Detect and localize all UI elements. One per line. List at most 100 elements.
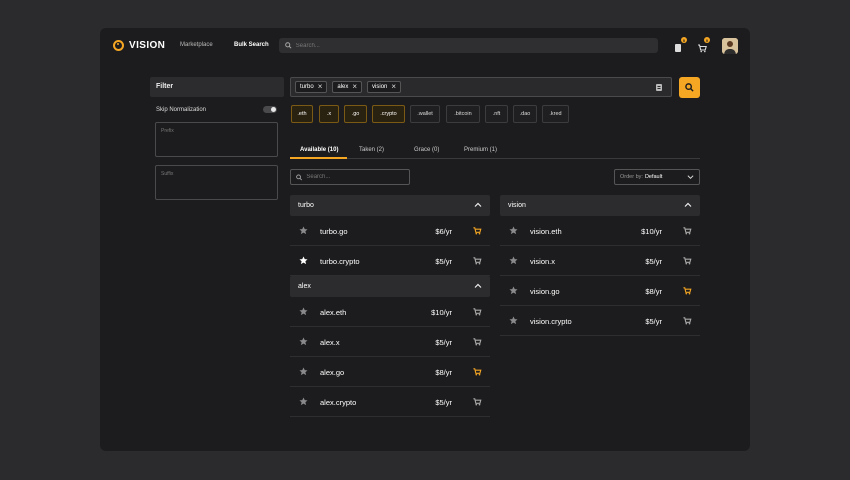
domain-price: $10/yr (641, 227, 662, 236)
logo-text: VISION (129, 40, 166, 51)
tld-x[interactable]: .x (319, 105, 339, 123)
domain-price: $5/yr (435, 257, 452, 266)
notifications-button[interactable]: 0 (674, 37, 687, 52)
table-row: vision.go $8/yr (500, 276, 700, 306)
domain-price: $5/yr (645, 257, 662, 266)
domain-name: vision.crypto (530, 317, 572, 326)
bulk-query-input[interactable]: turbo × alex × vision × (290, 77, 672, 97)
star-outline-icon[interactable] (299, 307, 308, 316)
cart-header-button[interactable]: 0 (697, 37, 710, 53)
domain-price: $5/yr (435, 338, 452, 347)
results-column-right: vision vision.eth $10/yr vision.x $5/yr … (500, 195, 700, 336)
cart-icon[interactable] (682, 256, 692, 265)
remove-chip-icon[interactable]: × (391, 83, 396, 91)
paste-icon[interactable] (655, 83, 663, 92)
table-row: turbo.crypto $5/yr (290, 246, 490, 276)
table-row: alex.eth $10/yr (290, 297, 490, 327)
cart-icon[interactable] (472, 337, 482, 346)
domain-price: $8/yr (645, 287, 662, 296)
tld-eth[interactable]: .eth (291, 105, 313, 123)
star-outline-icon[interactable] (299, 226, 308, 235)
star-filled-icon[interactable] (299, 256, 308, 265)
tld-bitcoin[interactable]: .bitcoin (446, 105, 480, 123)
cart-icon[interactable] (682, 286, 692, 295)
tab-taken[interactable]: Taken (2) (359, 147, 384, 153)
search-icon (685, 83, 694, 92)
nav-bulk-search[interactable]: Bulk Search (234, 42, 269, 48)
cart-icon[interactable] (472, 397, 482, 406)
table-row: vision.x $5/yr (500, 246, 700, 276)
table-row: alex.crypto $5/yr (290, 387, 490, 417)
nav-marketplace[interactable]: Marketplace (180, 42, 213, 48)
results-search-input[interactable] (306, 174, 409, 180)
tld-wallet[interactable]: .wallet (410, 105, 440, 123)
cart-icon[interactable] (472, 307, 482, 316)
star-outline-icon[interactable] (299, 367, 308, 376)
table-row: alex.x $5/yr (290, 327, 490, 357)
table-row: alex.go $8/yr (290, 357, 490, 387)
star-outline-icon[interactable] (509, 316, 518, 325)
star-outline-icon[interactable] (509, 286, 518, 295)
domain-price: $10/yr (431, 308, 452, 317)
table-row: turbo.go $6/yr (290, 216, 490, 246)
star-outline-icon[interactable] (299, 397, 308, 406)
results-search[interactable] (290, 169, 410, 185)
tld-kred[interactable]: .kred (542, 105, 569, 123)
remove-chip-icon[interactable]: × (318, 83, 323, 91)
cart-icon[interactable] (682, 316, 692, 325)
cart-badge: 0 (704, 37, 710, 43)
cart-icon[interactable] (472, 226, 482, 235)
avatar[interactable] (722, 38, 738, 54)
domain-name: alex.x (320, 338, 340, 347)
remove-chip-icon[interactable]: × (352, 83, 357, 91)
cart-icon[interactable] (472, 256, 482, 265)
group-header-alex[interactable]: alex (290, 276, 490, 297)
search-button[interactable] (679, 77, 700, 98)
table-row: vision.crypto $5/yr (500, 306, 700, 336)
search-icon (285, 42, 292, 49)
chevron-down-icon (687, 175, 694, 180)
order-by-select[interactable]: Order by: Default (614, 169, 700, 185)
query-chip: vision × (367, 81, 402, 93)
skip-normalization-toggle[interactable] (263, 106, 277, 113)
domain-name: alex.eth (320, 308, 347, 317)
order-by-label: Order by: (620, 174, 643, 180)
tld-go[interactable]: .go (344, 105, 367, 123)
group-header-vision[interactable]: vision (500, 195, 700, 216)
logo[interactable]: VISION (113, 40, 165, 51)
global-search[interactable] (279, 38, 658, 53)
tld-crypto[interactable]: .crypto (372, 105, 405, 123)
chip-label: turbo (300, 84, 314, 90)
tab-available[interactable]: Available (10) (300, 147, 338, 153)
tld-dao[interactable]: .dao (513, 105, 537, 123)
star-outline-icon[interactable] (509, 226, 518, 235)
tld-nft[interactable]: .nft (485, 105, 508, 123)
table-row: vision.eth $10/yr (500, 216, 700, 246)
skip-normalization-label: Skip Normalization (156, 107, 207, 113)
chevron-up-icon[interactable] (474, 283, 482, 289)
query-chip: turbo × (295, 81, 328, 93)
tab-premium[interactable]: Premium (1) (464, 147, 497, 153)
search-icon (296, 174, 303, 180)
order-by-value: Default (644, 174, 663, 180)
star-outline-icon[interactable] (299, 337, 308, 346)
prefix-field[interactable]: Prefix (155, 122, 278, 157)
query-chip: alex × (332, 81, 363, 93)
global-search-input[interactable] (295, 42, 658, 49)
cart-icon[interactable] (472, 367, 482, 376)
chevron-up-icon[interactable] (684, 202, 692, 208)
domain-price: $8/yr (435, 368, 452, 377)
active-tab-indicator (290, 157, 347, 159)
suffix-field[interactable]: Suffix (155, 165, 278, 200)
cart-icon[interactable] (682, 226, 692, 235)
star-outline-icon[interactable] (509, 256, 518, 265)
tab-divider (290, 158, 700, 159)
chevron-up-icon[interactable] (474, 202, 482, 208)
results-column-left: turbo turbo.go $6/yr turbo.crypto $5/yr … (290, 195, 490, 417)
group-header-turbo[interactable]: turbo (290, 195, 490, 216)
filter-header: Filter (150, 77, 284, 97)
domain-name: alex.go (320, 368, 345, 377)
tab-grace[interactable]: Grace (0) (414, 147, 439, 153)
user-avatar-icon (722, 38, 738, 54)
domain-name: alex.crypto (320, 398, 357, 407)
